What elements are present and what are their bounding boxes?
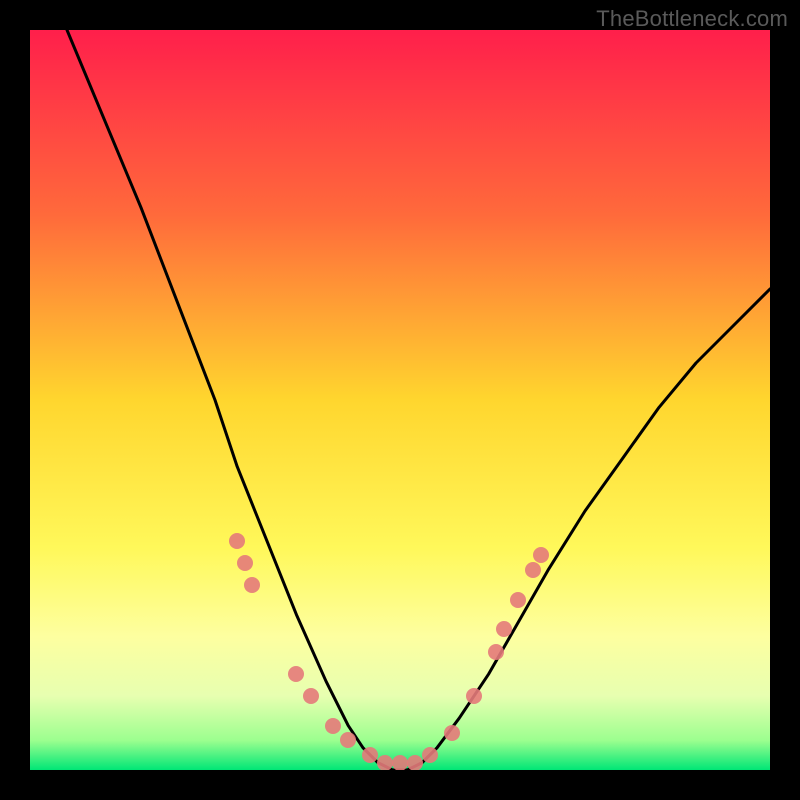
curve-marker: [229, 533, 245, 549]
curve-marker: [377, 755, 393, 770]
curve-marker: [407, 755, 423, 770]
curve-marker: [533, 547, 549, 563]
curve-marker: [496, 621, 512, 637]
bottleneck-curve: [30, 30, 770, 770]
curve-marker: [444, 725, 460, 741]
curve-marker: [466, 688, 482, 704]
curve-marker: [237, 555, 253, 571]
chart-frame: TheBottleneck.com: [0, 0, 800, 800]
curve-marker: [392, 755, 408, 770]
plot-area: [30, 30, 770, 770]
attribution-text: TheBottleneck.com: [596, 6, 788, 32]
curve-marker: [488, 644, 504, 660]
curve-marker: [422, 747, 438, 763]
curve-marker: [325, 718, 341, 734]
curve-marker: [244, 577, 260, 593]
